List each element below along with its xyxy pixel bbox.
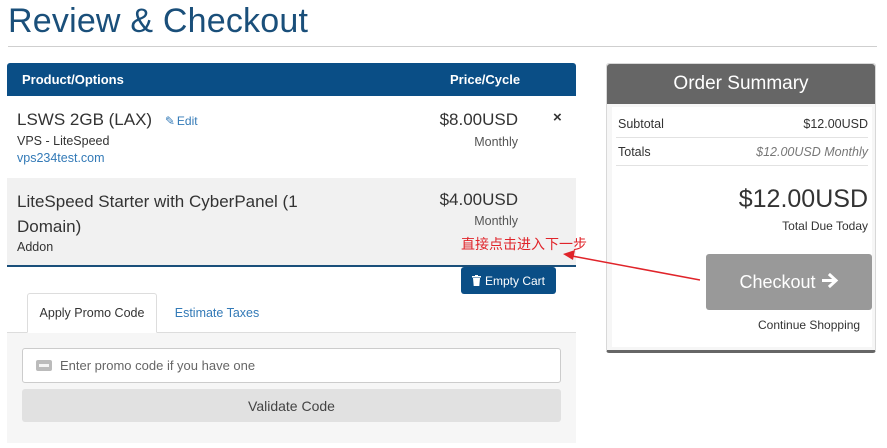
subtotal-value: $12.00USD [803, 117, 868, 131]
subtotal-row: Subtotal $12.00USD [618, 117, 868, 131]
cart-table-header: Product/Options Price/Cycle [7, 63, 576, 96]
page-title: Review & Checkout [8, 2, 309, 40]
item-price: $4.00USD [439, 190, 518, 209]
continue-shopping-link[interactable]: Continue Shopping [758, 318, 860, 332]
summary-body: Subtotal $12.00USD Totals $12.00USD Mont… [612, 107, 872, 347]
item-price: $8.00USD [439, 110, 518, 129]
item-cycle: Monthly [474, 214, 518, 228]
summary-divider [616, 165, 868, 166]
total-due-label: Total Due Today [782, 219, 868, 233]
edit-label: Edit [176, 114, 198, 128]
annotation-text: 直接点击进入下一步 [461, 236, 587, 252]
checkout-label: Checkout [739, 271, 816, 292]
summary-title: Order Summary [607, 64, 875, 104]
promo-code-input[interactable] [60, 358, 540, 373]
checkout-button[interactable]: Checkout [706, 254, 872, 310]
edit-link[interactable]: ✎ Edit [165, 114, 198, 128]
header-price: Price/Cycle [450, 72, 521, 87]
totals-value: $12.00USD Monthly [756, 145, 868, 159]
tab-estimate-taxes[interactable]: Estimate Taxes [167, 293, 267, 333]
close-icon[interactable]: × [553, 109, 562, 126]
ticket-icon [36, 360, 52, 371]
title-divider [8, 46, 877, 47]
order-summary: Order Summary Subtotal $12.00USD Totals … [606, 63, 876, 353]
item-subtitle: VPS - LiteSpeed [17, 134, 110, 148]
item-name: LSWS 2GB (LAX) [17, 110, 153, 129]
arrow-right-icon [821, 272, 839, 293]
total-due-amount: $12.00USD [738, 185, 868, 213]
cart-item: LSWS 2GB (LAX) ✎ Edit VPS - LiteSpeed vps… [7, 96, 576, 178]
empty-cart-button[interactable]: Empty Cart [461, 267, 556, 294]
item-subtitle: Addon [17, 240, 54, 254]
summary-divider [616, 137, 868, 138]
item-cycle: Monthly [474, 135, 518, 149]
promo-tabs: Apply Promo Code Estimate Taxes [7, 293, 576, 333]
item-name: LiteSpeed Starter with CyberPanel (1 Dom… [17, 192, 298, 236]
pencil-icon: ✎ [164, 114, 175, 128]
subtotal-label: Subtotal [618, 117, 664, 131]
validate-code-button[interactable]: Validate Code [22, 389, 561, 422]
item-domain: vps234test.com [17, 151, 105, 165]
trash-icon [471, 275, 481, 286]
promo-input-wrapper [22, 348, 561, 383]
empty-cart-label: Empty Cart [484, 273, 545, 288]
totals-label: Totals [618, 145, 651, 159]
header-product: Product/Options [22, 72, 124, 87]
totals-row: Totals $12.00USD Monthly [618, 145, 868, 159]
item-name-row: LSWS 2GB (LAX) ✎ Edit [17, 110, 198, 130]
promo-panel: Validate Code [7, 333, 576, 443]
tab-apply-promo[interactable]: Apply Promo Code [27, 293, 157, 333]
